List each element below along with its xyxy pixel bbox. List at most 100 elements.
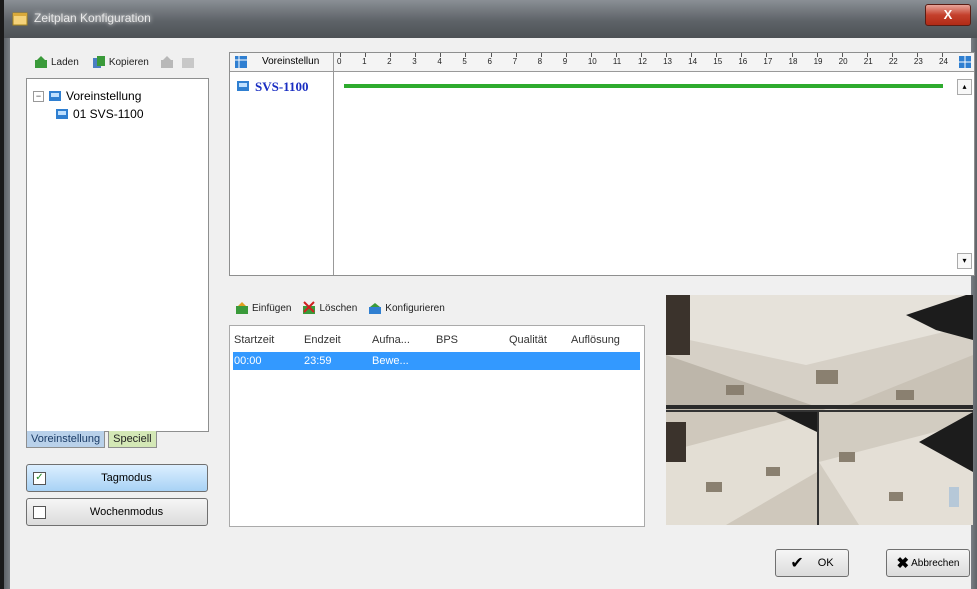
cancel-x-icon: ✖	[896, 555, 910, 572]
hour-label: 18	[788, 57, 798, 66]
close-button[interactable]: X	[925, 4, 971, 26]
left-toolbar: Laden Kopieren	[34, 55, 195, 69]
hour-label: 14	[688, 57, 698, 66]
hour-tick	[741, 53, 743, 57]
hour-tick	[565, 53, 567, 57]
ceiling-view-image-2	[666, 412, 817, 525]
hour-tick	[866, 53, 868, 57]
week-mode-checkbox[interactable]	[33, 505, 46, 519]
row-end: 23:59	[304, 355, 332, 367]
delete-button[interactable]: Löschen	[302, 301, 357, 315]
check-icon: ✔	[790, 555, 804, 572]
insert-button[interactable]: Einfügen	[235, 301, 291, 315]
col-start-time[interactable]: Startzeit	[234, 334, 274, 346]
tab-preset[interactable]: Voreinstellung	[26, 431, 106, 448]
export-icon[interactable]	[160, 55, 174, 69]
hour-tick	[716, 53, 718, 57]
hour-label: 23	[913, 57, 923, 66]
hour-tick	[916, 53, 918, 57]
tree-node-camera[interactable]: 01 SVS-1100	[55, 107, 144, 121]
scroll-down-button[interactable]: ▾	[957, 253, 972, 269]
cancel-button[interactable]: ✖ Abbrechen	[886, 549, 970, 577]
col-end-time[interactable]: Endzeit	[304, 334, 341, 346]
event-toolbar: Einfügen Löschen Konfigurieren	[235, 301, 445, 315]
hour-tick	[590, 53, 592, 57]
row-start: 00:00	[234, 355, 262, 367]
hour-tick	[615, 53, 617, 57]
table-row[interactable]: 00:00 23:59 Bewe...	[233, 352, 640, 370]
load-button[interactable]: Laden	[34, 55, 79, 69]
hour-label: 19	[813, 57, 823, 66]
hour-tick	[841, 53, 843, 57]
col-resolution[interactable]: Auflösung	[571, 334, 620, 346]
hour-tick	[440, 53, 442, 57]
hour-label: 5	[462, 57, 467, 66]
col-recording[interactable]: Aufna...	[372, 334, 410, 346]
hour-tick	[390, 53, 392, 57]
hour-label: 24	[939, 57, 948, 66]
hour-label: 4	[437, 57, 442, 66]
grid-icon[interactable]	[234, 55, 248, 69]
hour-tick	[490, 53, 492, 57]
schedule-bar[interactable]	[344, 84, 943, 88]
hour-tick	[942, 53, 943, 57]
hour-label: 3	[412, 57, 417, 66]
camera-view-main	[666, 295, 973, 410]
scroll-up-button[interactable]: ▴	[957, 79, 972, 95]
camera-view-bottom-left	[666, 412, 817, 525]
delete-icon	[303, 301, 316, 314]
day-mode-checkbox[interactable]: ✓	[33, 471, 46, 485]
preset-tree[interactable]: − Voreinstellung 01 SVS-1100	[26, 78, 209, 432]
hour-label: 21	[863, 57, 873, 66]
preset-folder-icon	[49, 91, 61, 101]
window-title: Zeitplan Konfiguration	[34, 11, 151, 25]
load-icon	[35, 56, 47, 68]
week-mode-label: Wochenmodus	[89, 506, 164, 518]
hour-label: 0	[337, 57, 342, 66]
configure-button[interactable]: Konfigurieren	[368, 301, 445, 315]
camera-preview	[666, 295, 973, 525]
import-icon[interactable]	[181, 55, 195, 69]
hour-tick	[766, 53, 768, 57]
tree-tabs: Voreinstellung Speciell	[26, 431, 157, 448]
schedule-row-label: SVS-1100	[255, 79, 309, 94]
configure-icon	[369, 303, 382, 314]
hour-tick	[691, 53, 693, 57]
hour-label: 8	[537, 57, 543, 66]
hour-label: 15	[713, 57, 723, 66]
tab-special[interactable]: Speciell	[108, 431, 157, 448]
hour-tick	[666, 53, 668, 57]
hour-label: 6	[487, 57, 492, 66]
row-record: Bewe...	[372, 355, 409, 367]
hour-tick	[891, 53, 893, 57]
tree-expander[interactable]: −	[33, 90, 44, 102]
hour-label: 16	[738, 57, 748, 66]
hour-label: 1	[362, 57, 367, 66]
hour-label: 12	[638, 57, 647, 66]
ok-label: OK	[817, 557, 834, 569]
week-mode-button[interactable]: Wochenmodus	[26, 498, 208, 526]
col-quality[interactable]: Qualität	[509, 334, 547, 346]
hour-label: 20	[838, 57, 848, 66]
hour-label: 7	[512, 57, 518, 66]
grid-toggle-icon[interactable]	[958, 55, 972, 69]
hour-tick	[515, 53, 517, 57]
event-table[interactable]: Startzeit Endzeit Aufna... BPS Qualität …	[229, 325, 645, 527]
tree-node-root[interactable]: − Voreinstellung	[33, 89, 141, 103]
col-bps[interactable]: BPS	[436, 334, 458, 346]
hour-tick	[791, 53, 793, 57]
timeline-header-label: Voreinstellun	[262, 56, 320, 67]
insert-label: Einfügen	[252, 302, 292, 314]
hour-tick	[415, 53, 417, 57]
hour-label: 10	[587, 57, 597, 66]
copy-button[interactable]: Kopieren	[92, 55, 149, 69]
copy-icon	[92, 56, 105, 68]
day-mode-button[interactable]: ✓ Tagmodus	[26, 464, 208, 492]
hour-tick	[365, 53, 367, 57]
title-bar[interactable]: Zeitplan Konfiguration X	[4, 0, 977, 38]
hour-label: 11	[612, 57, 622, 66]
ok-button[interactable]: ✔ OK	[775, 549, 849, 577]
camera-row-icon	[237, 81, 249, 91]
schedule-timeline[interactable]: Voreinstellun 0 1 2 3 4 5 6 7 8 9 10 11 12 13 14 15 16 17…	[229, 52, 975, 276]
hour-label: 9	[562, 57, 568, 66]
